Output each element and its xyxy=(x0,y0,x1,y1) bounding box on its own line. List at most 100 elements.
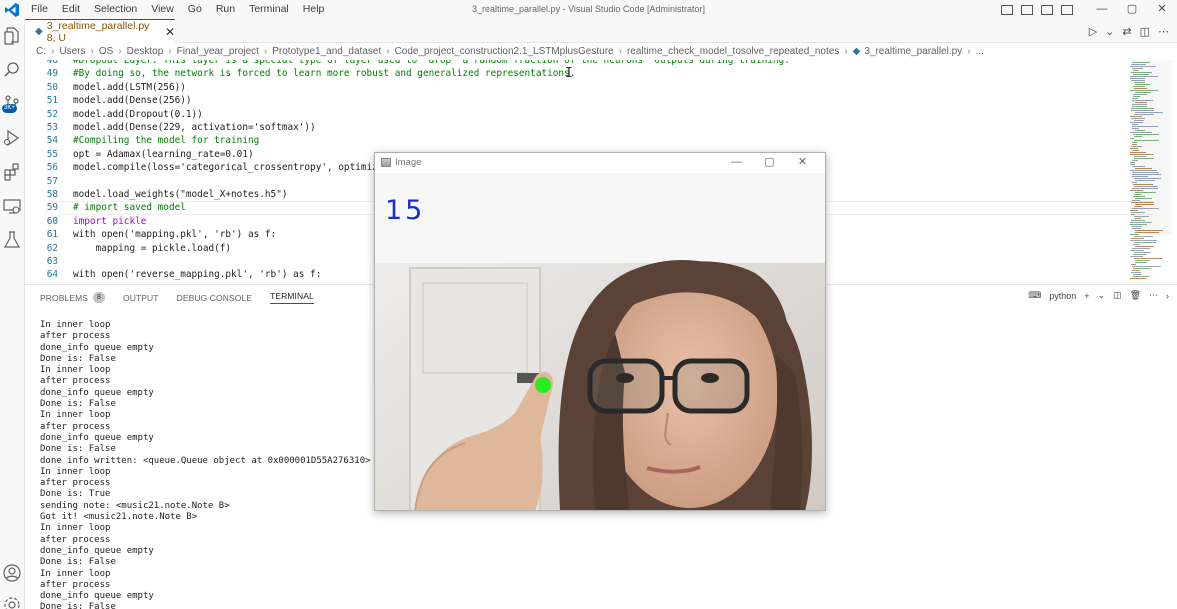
line-number: 58 xyxy=(46,189,58,200)
image-window[interactable]: Image — ▢ ✕ 15 xyxy=(374,152,826,511)
panel-more-icon[interactable]: ⋯ xyxy=(1149,290,1158,301)
minimap[interactable] xyxy=(1130,60,1172,284)
toggle-panel-icon[interactable] xyxy=(1021,4,1033,15)
breadcrumb-item[interactable]: Code_project_construction2.1_LSTMplusGes… xyxy=(395,46,614,57)
terminal-shell-label[interactable]: python xyxy=(1049,291,1076,301)
terminal-line: done_info queue empty xyxy=(40,545,154,556)
terminal-line: In inner loop xyxy=(40,523,111,534)
run-file-icon[interactable]: ▷ xyxy=(1089,25,1097,38)
code-line[interactable]: 55 opt = Adamax(learning_rate=0.01) xyxy=(25,148,254,161)
image-window-titlebar[interactable]: Image — ▢ ✕ xyxy=(375,153,825,172)
compare-changes-icon[interactable]: ⇄ xyxy=(1122,25,1131,38)
breadcrumb-item[interactable]: realtime_check_model_tosolve_repeated_no… xyxy=(627,46,839,57)
breadcrumb-more[interactable]: ... xyxy=(976,46,984,57)
line-number: 54 xyxy=(46,135,58,147)
customize-layout-icon[interactable] xyxy=(1061,4,1073,15)
menu-go[interactable]: Go xyxy=(181,0,209,19)
code-text: model.add(Dense(256)) xyxy=(73,95,192,107)
code-line[interactable]: 49 #By doing so, the network is forced to… xyxy=(25,67,576,80)
breadcrumb: C: › Users › OS › Desktop › Final_year_proje… xyxy=(36,46,984,57)
settings-gear-icon[interactable] xyxy=(2,595,22,609)
split-terminal-icon[interactable]: ◫ xyxy=(1113,290,1122,301)
breadcrumb-item[interactable]: OS xyxy=(99,46,113,57)
code-line[interactable]: 63 xyxy=(25,255,73,268)
line-number: 64 xyxy=(46,269,58,281)
menu-run[interactable]: Run xyxy=(209,0,242,19)
code-text: # import saved model xyxy=(73,202,186,214)
minimize-button[interactable]: — xyxy=(1087,0,1117,19)
code-line[interactable]: 60 import pickle xyxy=(25,215,147,228)
code-line[interactable]: 64 with open('reverse_mapping.pkl', 'rb')… xyxy=(25,268,322,281)
image-window-maximize-button[interactable]: ▢ xyxy=(753,153,786,172)
minimap-line xyxy=(1134,236,1153,237)
tab-problems[interactable]: PROBLEMS 8 xyxy=(40,292,106,303)
tab-close-icon[interactable]: ✕ xyxy=(165,25,175,39)
close-button[interactable]: ✕ xyxy=(1147,0,1177,19)
terminal-output[interactable]: In inner loop after process done_info queu… xyxy=(40,320,371,609)
image-window-minimize-button[interactable]: — xyxy=(720,153,753,172)
menu-terminal[interactable]: Terminal xyxy=(242,0,296,19)
run-debug-icon[interactable] xyxy=(2,128,22,148)
code-text: with open('reverse_mapping.pkl', 'rb') a… xyxy=(73,269,322,281)
new-terminal-icon[interactable]: + xyxy=(1084,291,1089,301)
tab-output[interactable]: OUTPUT xyxy=(123,293,159,303)
vscode-logo-icon[interactable] xyxy=(4,2,20,18)
testing-icon[interactable] xyxy=(2,230,22,250)
explorer-icon[interactable] xyxy=(2,26,22,46)
code-line[interactable]: 58 model.load_weights("model_X+notes.h5") xyxy=(25,188,288,201)
panel-maximize-icon[interactable]: › xyxy=(1166,291,1169,301)
minimap-slider[interactable] xyxy=(1130,60,1172,235)
code-line[interactable]: 62 mapping = pickle.load(f) xyxy=(25,242,231,255)
tab-debug-console[interactable]: DEBUG CONSOLE xyxy=(177,293,252,303)
run-dropdown-icon[interactable]: ⌄ xyxy=(1105,25,1114,38)
line-number: 48 xyxy=(46,60,58,66)
code-text: mapping = pickle.load(f) xyxy=(73,242,232,254)
code-line[interactable]: 56 model.compile(loss='categorical_crosse… xyxy=(25,161,389,174)
line-number: 55 xyxy=(46,148,58,160)
terminal-line: after process xyxy=(40,534,111,545)
code-line[interactable]: 51 model.add(Dense(256)) xyxy=(25,94,192,107)
image-window-icon xyxy=(381,158,391,167)
remote-explorer-icon[interactable] xyxy=(2,196,22,216)
account-icon[interactable] xyxy=(2,563,22,583)
search-icon[interactable] xyxy=(2,60,22,80)
code-text: model.load_weights("model_X+notes.h5") xyxy=(73,189,288,200)
maximize-button[interactable]: ▢ xyxy=(1117,0,1147,19)
code-line[interactable]: 50 model.add(LSTM(256)) xyxy=(25,81,186,94)
tab-3-realtime-parallel[interactable]: ◆ 3_realtime_parallel.py 8, U ✕ xyxy=(25,19,175,44)
code-line[interactable]: 57 xyxy=(25,175,73,188)
breadcrumb-item[interactable]: Desktop xyxy=(127,46,164,57)
tab-terminal[interactable]: TERMINAL xyxy=(270,291,314,304)
tab-problems-label: PROBLEMS xyxy=(40,292,89,303)
breadcrumb-item[interactable]: C: xyxy=(36,46,46,57)
breadcrumb-file[interactable]: 3_realtime_parallel.py xyxy=(864,46,962,57)
code-line[interactable]: 48 #Dropout Layer: This layer is a specia… xyxy=(25,60,790,67)
menu-help[interactable]: Help xyxy=(296,0,332,19)
menu-bar: File Edit Selection View Go Run Terminal… xyxy=(24,0,331,19)
code-text: #By doing so, the network is forced to l… xyxy=(73,68,576,80)
code-line[interactable]: 59 # import saved model xyxy=(25,201,186,214)
image-window-title: Image xyxy=(395,157,422,168)
image-window-close-button[interactable]: ✕ xyxy=(786,153,819,172)
breadcrumb-item[interactable]: Prototype1_and_dataset xyxy=(272,46,381,57)
toggle-secondary-sidebar-icon[interactable] xyxy=(1041,4,1053,15)
code-line[interactable]: 52 model.add(Dropout(0.1)) xyxy=(25,108,203,121)
toggle-primary-sidebar-icon[interactable] xyxy=(1001,4,1013,15)
breadcrumb-item[interactable]: Final_year_project xyxy=(177,46,259,57)
menu-file[interactable]: File xyxy=(24,0,55,19)
breadcrumb-item[interactable]: Users xyxy=(59,46,85,57)
minimap-line xyxy=(1132,248,1150,249)
split-editor-icon[interactable]: ◫ xyxy=(1140,25,1150,38)
extensions-icon[interactable] xyxy=(2,162,22,182)
menu-selection[interactable]: Selection xyxy=(87,0,144,19)
terminal-dropdown-icon[interactable]: ⌄ xyxy=(1098,290,1106,301)
code-line[interactable]: 53 model.add(Dense(229, activation='softm… xyxy=(25,121,316,134)
kill-terminal-icon[interactable]: 🗑 xyxy=(1130,290,1141,301)
menu-view[interactable]: View xyxy=(144,0,181,19)
more-actions-icon[interactable]: ⋯ xyxy=(1158,25,1169,38)
code-line[interactable]: 61 with open('mapping.pkl', 'rb') as f: xyxy=(25,228,277,241)
code-line[interactable]: 54 #Compiling the model for training xyxy=(25,134,260,147)
code-text: model.add(LSTM(256)) xyxy=(73,81,186,93)
menu-edit[interactable]: Edit xyxy=(55,0,87,19)
